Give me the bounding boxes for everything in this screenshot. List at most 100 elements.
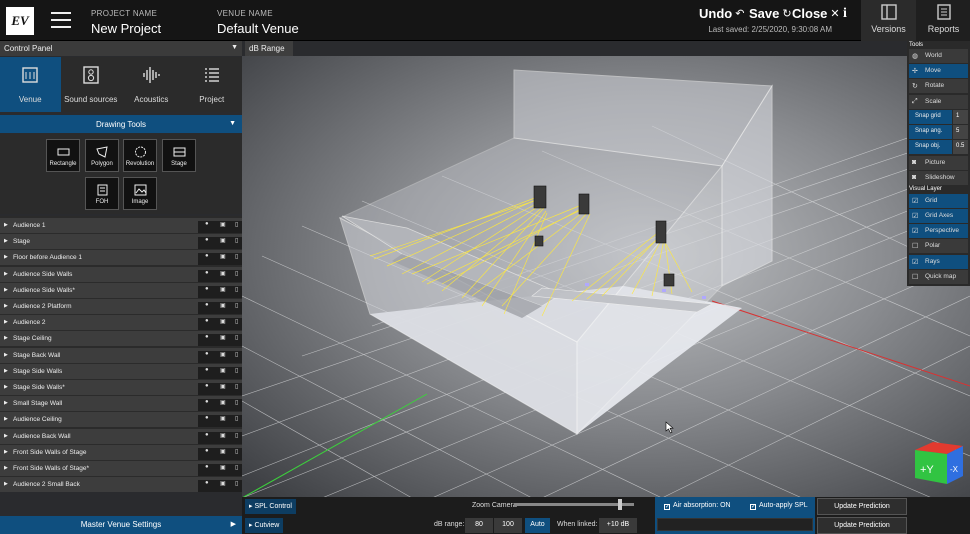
ev-logo: EV [6,7,34,35]
reports-button[interactable]: Reports [916,0,970,41]
quick-map-toggle[interactable]: ☐ Quick map [909,270,968,284]
venue-name[interactable]: Default Venue [217,21,299,36]
layer-row[interactable]: ▶ Audience 2 Small Back ● ▣ ▯ [0,477,242,493]
rotate-button[interactable]: ↻ Rotate [909,79,968,93]
chevron-right-icon: ▶ [4,367,8,374]
grid-axes-toggle[interactable]: ☑ Grid Axes [909,209,968,223]
delete-button[interactable]: ▯ [228,415,242,428]
tab-sound-sources[interactable]: Sound sources [61,57,122,112]
layer-row[interactable]: ▶ Stage Side Walls* ● ▣ ▯ [0,380,242,395]
tool-polygon[interactable]: Polygon [85,139,119,172]
delete-button[interactable]: ▯ [228,302,242,314]
delete-button[interactable]: ▯ [228,334,242,347]
layer-row[interactable]: ▶ Audience Side Walls ● ▣ ▯ [0,266,242,282]
tool-stage[interactable]: Stage [162,139,196,172]
tool-foh[interactable]: FOH [85,177,119,210]
eye-icon: ● [205,447,209,454]
layer-row[interactable]: ▶ Small Stage Wall ● ▣ ▯ [0,396,242,412]
layer-row[interactable]: ▶ Stage Ceiling ● ▣ ▯ [0,331,242,347]
layer-row[interactable]: ▶ Front Side Walls of Stage* ● ▣ ▯ [0,461,242,476]
layer-row[interactable]: ▶ Audience Side Walls* ● ▣ ▯ [0,282,242,298]
db-min-input[interactable]: 80 [465,518,493,533]
layer-row[interactable]: ▶ Floor before Audience 1 ● ▣ ▯ [0,250,242,266]
master-venue-settings[interactable]: Master Venue Settings ▶ [0,516,242,534]
layer-row[interactable]: ▶ Stage Back Wall ● ▣ ▯ [0,347,242,363]
delete-button[interactable]: ▯ [228,399,242,412]
layer-row[interactable]: ▶ Front Side Walls of Stage ● ▣ ▯ [0,444,242,460]
info-icon[interactable]: i [843,6,847,22]
delete-button[interactable]: ▯ [228,383,242,395]
drawing-tools-header[interactable]: Drawing Tools ▼ [0,115,242,133]
tool-image[interactable]: Image [123,177,157,210]
air-absorption-checkbox[interactable]: ✓ Air absorption: ON [664,502,731,510]
snap-angle-field[interactable]: Snap ang. 5 [909,125,968,139]
project-name[interactable]: New Project [91,21,161,36]
layer-row[interactable]: ▶ Audience 1 ● ▣ ▯ [0,218,242,233]
layer-row[interactable]: ▶ Audience Ceiling ● ▣ ▯ [0,412,242,428]
snap-angle-value[interactable]: 5 [953,125,968,139]
world-button[interactable]: ◍ World [909,49,968,63]
delete-button[interactable]: ▯ [228,431,242,444]
layer-row[interactable]: ▶ Audience Back Wall ● ▣ ▯ [0,428,242,444]
grid-toggle[interactable]: ☑ Grid [909,194,968,208]
tab-acoustics[interactable]: Acoustics [121,57,182,112]
spl-control-button[interactable]: ▸ SPL Control [245,499,296,514]
3d-viewport[interactable] [242,56,970,498]
close-button[interactable]: Close ✕ [792,6,840,21]
hamburger-menu-icon[interactable] [51,12,71,28]
tool-foh-label: FOH [95,199,109,205]
snap-grid-value[interactable]: 1 [953,110,968,124]
cutview-button[interactable]: ▸ Cutview [245,518,284,533]
snap-object-value[interactable]: 0.5 [953,140,968,154]
master-venue-settings-label: Master Venue Settings [80,520,162,529]
spl-dropdown[interactable] [657,518,813,531]
versions-button[interactable]: Versions [861,0,916,41]
zoom-slider-thumb[interactable] [618,499,623,510]
zoom-camera-slider[interactable] [514,499,634,510]
rays-toggle[interactable]: ☑ Rays [909,255,968,269]
delete-button[interactable]: ▯ [228,253,242,266]
picture-button[interactable]: ◙ Picture [909,156,968,170]
tools-panel: Tools ◍ World ✢ Move ↻ Rotate ⤢ Scale Snap g… [907,41,970,286]
snap-grid-field[interactable]: Snap grid 1 [909,110,968,124]
delete-button[interactable]: ▯ [228,447,242,460]
save-button[interactable]: Save ↻ [749,6,792,21]
scale-button[interactable]: ⤢ Scale [909,95,968,109]
db-auto-button[interactable]: Auto [525,518,550,533]
tab-venue[interactable]: Venue [0,57,61,112]
chevron-right-icon: ▶ [4,432,8,439]
layer-row[interactable]: ▶ Stage Side Walls ● ▣ ▯ [0,363,242,379]
polar-toggle[interactable]: ☐ Polar [909,239,968,253]
undo-button[interactable]: Undo ↶ [699,6,744,21]
slideshow-button[interactable]: ◙ Slideshow [909,171,968,185]
layer-row[interactable]: ▶ Stage ● ▣ ▯ [0,234,242,250]
tab-project[interactable]: Project [182,57,243,112]
db-range-toggle[interactable]: dB Range ▸ [245,41,293,62]
delete-button[interactable]: ▯ [228,366,242,379]
linked-db-select[interactable]: +10 dB [599,518,637,533]
delete-button[interactable]: ▯ [228,285,242,298]
delete-button[interactable]: ▯ [228,350,242,363]
update-prediction-button[interactable]: Update Prediction [817,498,907,515]
delete-button[interactable]: ▯ [228,464,242,476]
update-prediction-button-2[interactable]: Update Prediction [817,517,907,534]
delete-button[interactable]: ▯ [228,480,242,493]
perspective-toggle[interactable]: ☑ Perspective [909,224,968,238]
venue-3d-scene[interactable] [242,56,970,498]
tool-revolution[interactable]: Revolution [123,139,157,172]
db-max-input[interactable]: 100 [494,518,522,533]
snap-object-field[interactable]: Snap obj. 0.5 [909,140,968,154]
tool-rectangle[interactable]: Rectangle [46,139,80,172]
auto-apply-spl-checkbox[interactable]: ✓ Auto-apply SPL [750,502,808,510]
speaker-array-left [533,185,547,209]
move-button[interactable]: ✢ Move [909,64,968,78]
delete-button[interactable]: ▯ [228,269,242,282]
control-panel-header[interactable]: Control Panel ▼ [0,41,242,56]
layer-row[interactable]: ▶ Audience 2 ● ▣ ▯ [0,315,242,331]
delete-button[interactable]: ▯ [228,318,242,331]
delete-button[interactable]: ▯ [228,237,242,250]
checkbox-checked-icon: ☑ [912,198,919,205]
delete-button[interactable]: ▯ [228,221,242,233]
layer-row[interactable]: ▶ Audience 2 Platform ● ▣ ▯ [0,299,242,314]
orientation-cube[interactable]: +Y -X [911,440,967,486]
